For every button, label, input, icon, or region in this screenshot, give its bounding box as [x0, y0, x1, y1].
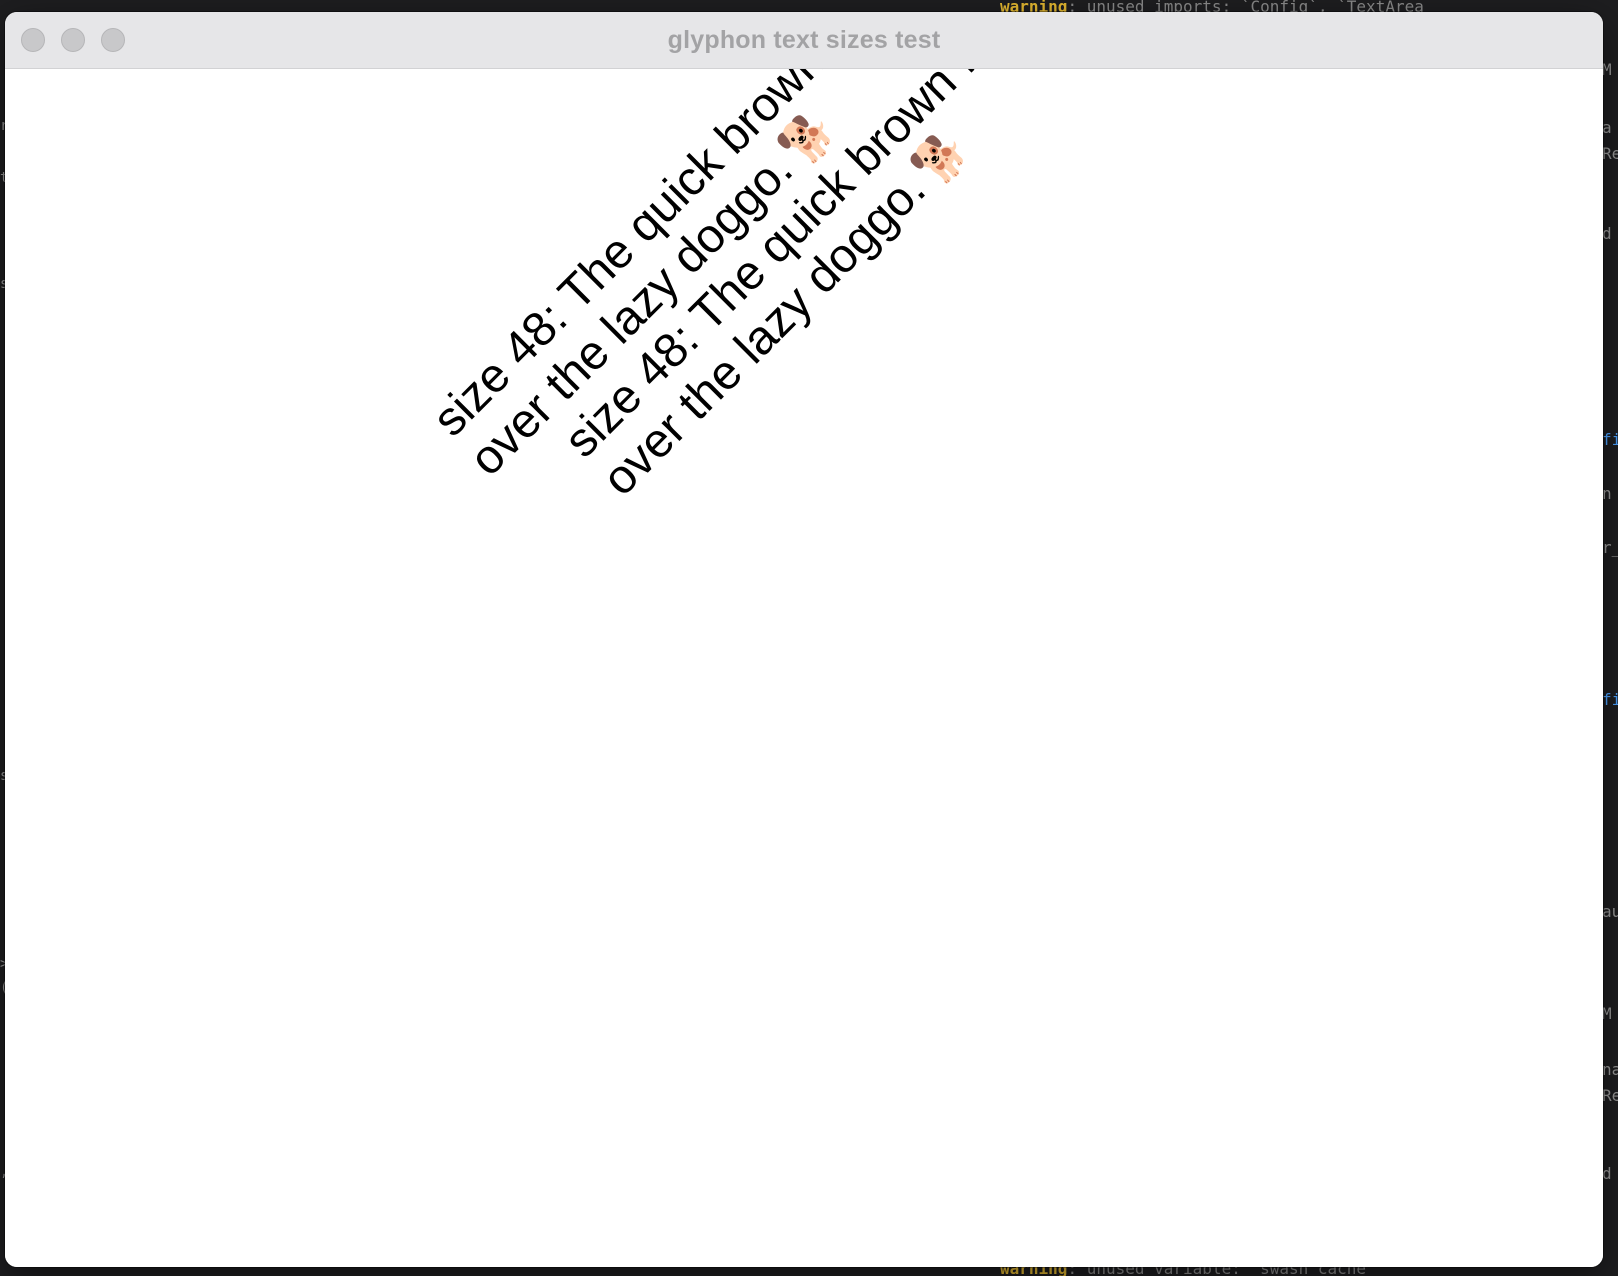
editor-fragment: d: [1602, 224, 1612, 243]
window-title: glyphon text sizes test: [667, 26, 941, 54]
editor-fragment: a: [1602, 118, 1612, 137]
editor-fragment: r_: [1602, 538, 1618, 557]
editor-fragment: d: [1602, 1164, 1612, 1183]
editor-fragment: M: [1602, 1004, 1612, 1023]
window-titlebar[interactable]: glyphon text sizes test: [5, 12, 1603, 69]
render-canvas: size 48: The quick brown fox jumps over …: [5, 69, 1603, 1267]
editor-right-fragments: M a Re d fi n r_ fi au M na Re d: [1602, 60, 1618, 1260]
editor-fragment: Re: [1602, 1086, 1618, 1105]
editor-fragment: M: [1602, 60, 1612, 79]
app-window: glyphon text sizes test size 48: The qui…: [5, 12, 1603, 1267]
editor-fragment: fi: [1602, 430, 1618, 449]
rotated-text-block: size 48: The quick brown fox jumps over …: [423, 69, 1160, 562]
editor-fragment: na: [1602, 1060, 1618, 1079]
editor-fragment: au: [1602, 902, 1618, 921]
editor-fragment: n: [1602, 484, 1612, 503]
editor-fragment: Re: [1602, 144, 1618, 163]
editor-fragment: fi: [1602, 690, 1618, 709]
